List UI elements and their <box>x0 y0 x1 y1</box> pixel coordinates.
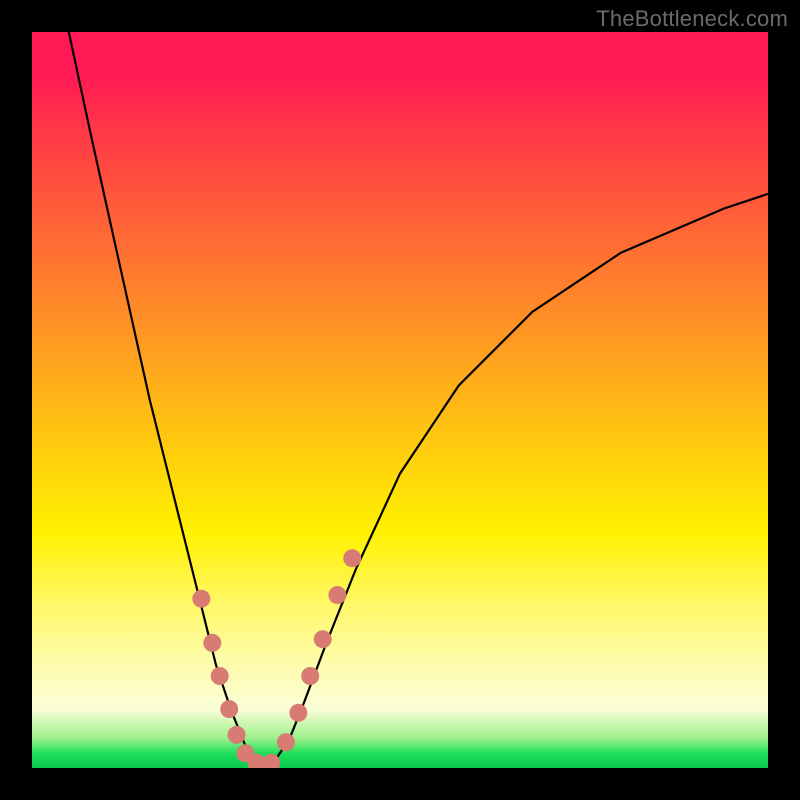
marker-dot <box>220 700 238 718</box>
series-right-curve <box>260 194 768 768</box>
marker-dot <box>328 586 346 604</box>
marker-dot <box>314 630 332 648</box>
marker-dot <box>277 733 295 751</box>
chart-frame: TheBottleneck.com <box>0 0 800 800</box>
curve-lines <box>69 32 768 768</box>
marker-dot <box>203 634 221 652</box>
chart-plot-area <box>32 32 768 768</box>
marker-dots <box>192 549 361 768</box>
watermark-text: TheBottleneck.com <box>596 6 788 32</box>
marker-dot <box>343 549 361 567</box>
marker-dot <box>192 590 210 608</box>
marker-dot <box>289 704 307 722</box>
marker-dot <box>211 667 229 685</box>
chart-svg <box>32 32 768 768</box>
marker-dot <box>228 726 246 744</box>
marker-dot <box>301 667 319 685</box>
series-left-curve <box>69 32 260 768</box>
